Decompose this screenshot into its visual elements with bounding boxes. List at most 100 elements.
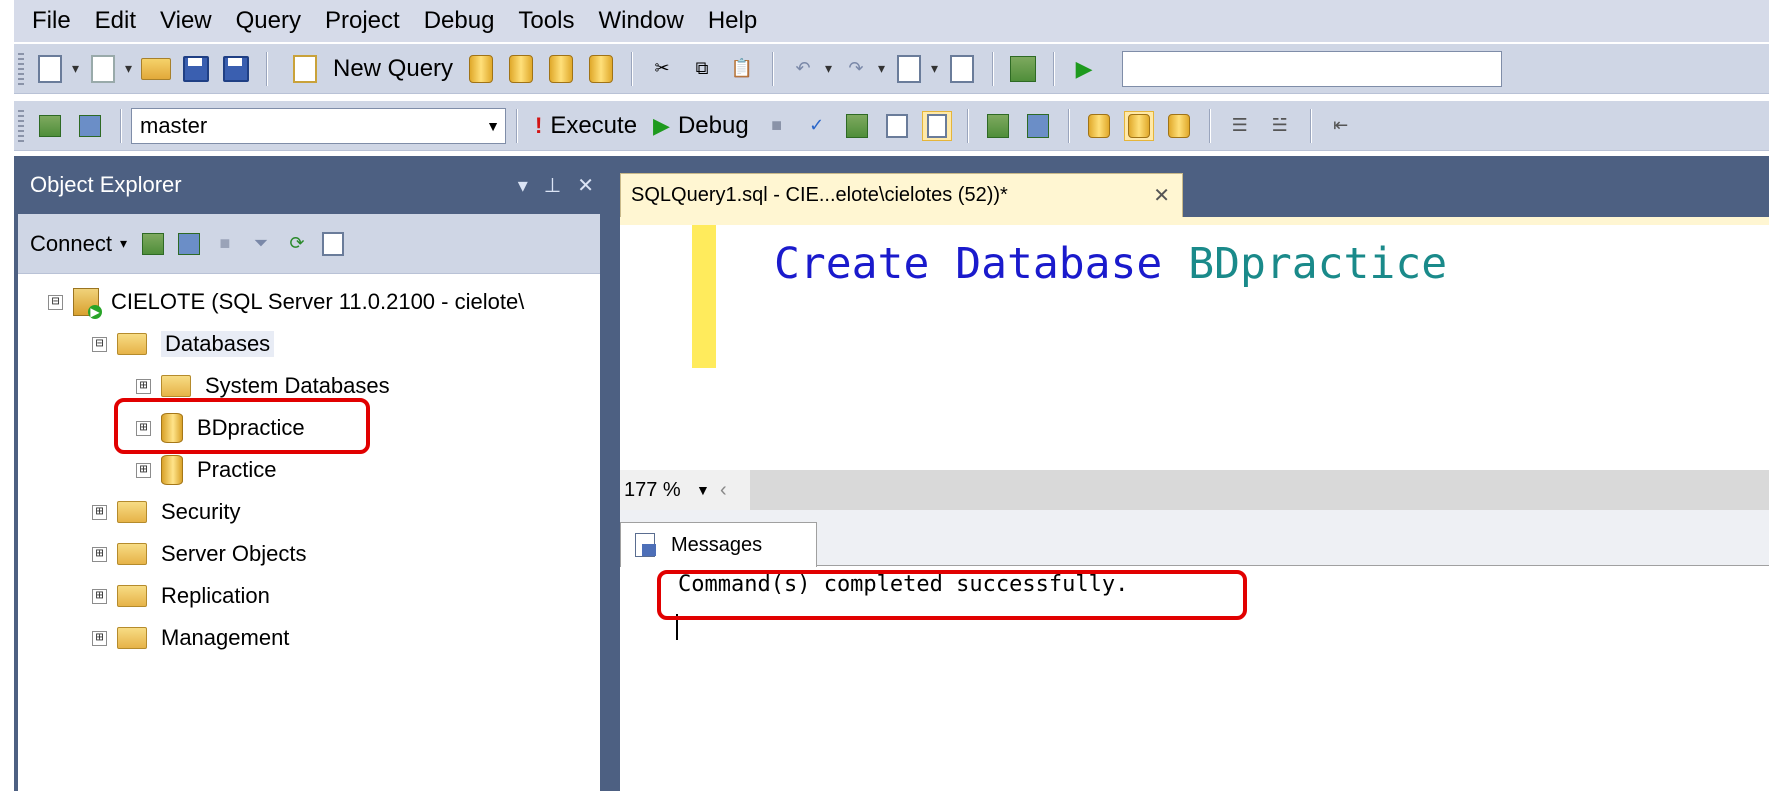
toolbar-grip[interactable]: [18, 109, 24, 142]
menu-window[interactable]: Window: [586, 0, 695, 42]
undo-icon[interactable]: ↶: [788, 54, 833, 84]
tree-node-server-objects[interactable]: ⊞ Server Objects: [92, 536, 307, 572]
tree-node-label: Management: [161, 625, 290, 650]
filter-icon[interactable]: ⏷: [248, 231, 274, 257]
client-statistics-icon[interactable]: [1023, 111, 1053, 141]
messages-icon: [635, 533, 656, 557]
display-estimated-plan-icon[interactable]: [842, 111, 872, 141]
disconnect-icon[interactable]: [75, 111, 105, 141]
database-engine-query-icon[interactable]: [466, 54, 496, 84]
menu-edit[interactable]: Edit: [83, 0, 148, 42]
tree-node-management[interactable]: ⊞ Management: [92, 620, 289, 656]
expand-icon[interactable]: ⊞: [92, 504, 107, 520]
debug-button[interactable]: ▶ Debug: [645, 112, 757, 140]
close-icon[interactable]: ✕: [577, 173, 594, 198]
analysis-mdx-query-icon[interactable]: [506, 54, 536, 84]
connect-icon[interactable]: [35, 111, 65, 141]
tree-node-label: Databases: [161, 331, 275, 357]
tree-node-server[interactable]: ⊟ CIELOTE (SQL Server 11.0.2100 - cielot…: [48, 284, 524, 320]
object-explorer-title: Object Explorer: [30, 172, 182, 197]
query-designer-icon[interactable]: [882, 111, 912, 141]
expand-icon[interactable]: ⊞: [92, 588, 107, 604]
menu-view[interactable]: View: [148, 0, 224, 42]
stop-icon[interactable]: ■: [212, 231, 238, 257]
results-grid-icon[interactable]: [1123, 110, 1154, 141]
parse-checkmark-icon[interactable]: ✓: [802, 111, 832, 141]
menu-project[interactable]: Project: [313, 0, 412, 42]
analysis-xmla-query-icon[interactable]: [586, 54, 616, 84]
save-icon[interactable]: [181, 54, 211, 84]
code-line: Create Database BDpractice: [774, 239, 1447, 289]
new-project-icon[interactable]: [35, 54, 79, 84]
menu-help[interactable]: Help: [696, 0, 769, 42]
uncomment-lines-icon[interactable]: ☱: [1265, 111, 1295, 141]
scroll-left-icon[interactable]: ‹: [720, 479, 750, 502]
summary-report-icon[interactable]: [320, 231, 346, 257]
tab-sqlquery1[interactable]: SQLQuery1.sql - CIE...elote\cielotes (52…: [620, 173, 1183, 217]
include-actual-plan-icon[interactable]: [983, 111, 1013, 141]
toolbar-separator: [120, 108, 121, 143]
tree-node-databases[interactable]: ⊟ Databases: [92, 326, 275, 362]
tree-node-security[interactable]: ⊞ Security: [92, 494, 240, 530]
database-icon: [161, 455, 183, 485]
horizontal-scrollbar[interactable]: [750, 470, 1769, 510]
analysis-dmx-query-icon[interactable]: [546, 54, 576, 84]
open-file-icon[interactable]: [141, 54, 171, 84]
save-all-icon[interactable]: [221, 54, 251, 84]
results-to-text-icon[interactable]: [1084, 111, 1114, 141]
collapse-icon[interactable]: ⊟: [92, 336, 107, 352]
new-query-button[interactable]: New Query: [277, 54, 461, 84]
menu-file[interactable]: File: [14, 0, 83, 42]
start-debugging-icon[interactable]: ▶: [1069, 54, 1099, 84]
expand-icon[interactable]: ⊞: [92, 630, 107, 646]
activity-monitor-icon[interactable]: [1008, 54, 1038, 84]
folder-icon: [161, 375, 191, 397]
menu-tools[interactable]: Tools: [506, 0, 586, 42]
solution-config-combo[interactable]: [1122, 50, 1503, 87]
execute-button[interactable]: ! Execute: [527, 112, 645, 140]
tab-messages[interactable]: Messages: [620, 522, 817, 567]
copy-icon[interactable]: ⧉: [687, 54, 717, 84]
toolbar-grip[interactable]: [18, 52, 24, 85]
new-query-icon: [290, 54, 320, 84]
menu-debug[interactable]: Debug: [412, 0, 507, 42]
navigate-backward-icon[interactable]: [894, 54, 938, 84]
disconnect-server-icon[interactable]: [176, 231, 202, 257]
results-to-file-icon[interactable]: [1164, 111, 1194, 141]
chevron-down-icon[interactable]: ▼: [481, 118, 505, 134]
navigate-forward-icon[interactable]: [947, 54, 977, 84]
paste-icon[interactable]: 📋: [727, 54, 757, 84]
stop-icon[interactable]: ■: [762, 111, 792, 141]
connect-server-icon[interactable]: [140, 231, 166, 257]
menu-query[interactable]: Query: [224, 0, 313, 42]
tree-node-practice[interactable]: ⊞ Practice: [136, 452, 276, 488]
chevron-down-icon[interactable]: ▼: [696, 482, 720, 498]
toolbar-separator: [1067, 108, 1069, 143]
pin-icon[interactable]: ⊥: [544, 173, 561, 198]
add-item-icon[interactable]: [88, 54, 132, 84]
decrease-indent-icon[interactable]: ⇤: [1326, 111, 1356, 141]
comment-lines-icon[interactable]: ☰: [1225, 111, 1255, 141]
close-tab-icon[interactable]: ✕: [1153, 183, 1182, 208]
results-to-grid-icon[interactable]: [921, 110, 952, 141]
expand-icon[interactable]: ⊞: [92, 546, 107, 562]
database-name: master: [140, 112, 208, 138]
toolbar-separator: [1053, 51, 1055, 86]
standard-toolbar: New Query ✂ ⧉ 📋 ↶ ↷ ▶: [14, 44, 1769, 94]
toolbar-separator: [992, 51, 994, 86]
refresh-icon[interactable]: ⟳: [284, 231, 310, 257]
tree-node-label: Server Objects: [161, 541, 307, 566]
connect-button[interactable]: Connect ▾: [30, 231, 135, 257]
tree-node-replication[interactable]: ⊞ Replication: [92, 578, 270, 614]
server-icon: [73, 288, 102, 319]
expand-icon[interactable]: ⊞: [136, 462, 151, 478]
redo-icon[interactable]: ↷: [841, 54, 886, 84]
query-editor[interactable]: Create Database BDpractice: [620, 225, 1769, 470]
collapse-icon[interactable]: ⊟: [48, 294, 63, 310]
zoom-level[interactable]: 177 %: [620, 479, 696, 502]
sql-editor-toolbar: master ▼ ! Execute ▶ Debug ■ ✓ ☰ ☱ ⇤: [14, 101, 1769, 151]
window-position-dropdown-icon[interactable]: ▾: [518, 173, 528, 198]
expand-icon[interactable]: ⊞: [136, 378, 151, 394]
available-databases-dropdown[interactable]: master ▼: [131, 107, 506, 144]
cut-icon[interactable]: ✂: [647, 54, 677, 84]
